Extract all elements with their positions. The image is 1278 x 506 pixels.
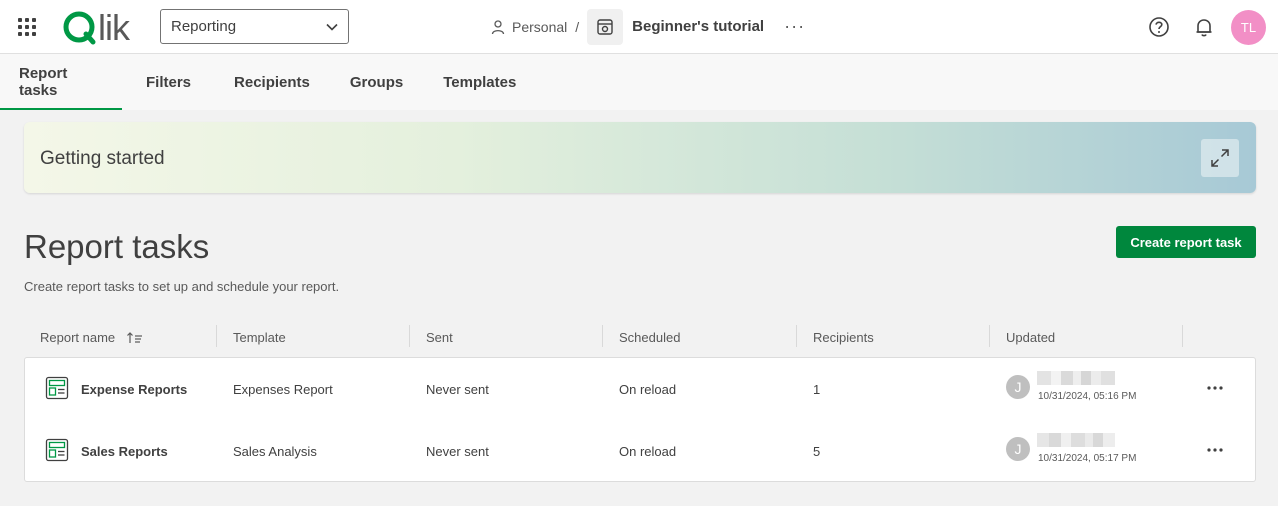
user-avatar[interactable]: TL <box>1231 10 1266 45</box>
tab-bar: Report tasks Filters Recipients Groups T… <box>0 54 1278 110</box>
report-template: Expenses Report <box>233 381 333 397</box>
owner-name-redacted <box>1037 433 1115 447</box>
table-header: Report name Template Sent Scheduled Reci… <box>24 318 1256 357</box>
report-scheduled: On reload <box>619 381 677 397</box>
updated-timestamp: 10/31/2024, 05:16 PM <box>1038 391 1137 402</box>
owner-name-redacted <box>1037 371 1115 385</box>
row-more-button[interactable] <box>1205 378 1225 398</box>
report-recipients: 5 <box>813 443 821 459</box>
tab-label: Filters <box>146 73 192 91</box>
table-row[interactable]: Expense Reports Expenses Report Never se… <box>25 358 1255 420</box>
svg-text:lik: lik <box>98 9 131 45</box>
row-more-button[interactable] <box>1205 440 1225 460</box>
column-label: Report name <box>40 330 116 345</box>
tab-label: Recipients <box>234 73 310 91</box>
create-report-task-button[interactable]: Create report task <box>1116 226 1256 258</box>
tab-report-tasks[interactable]: Report tasks <box>0 54 122 110</box>
help-icon[interactable] <box>1148 16 1170 38</box>
expand-button[interactable] <box>1201 139 1239 177</box>
column-divider <box>409 325 410 347</box>
column-header-updated[interactable]: Updated <box>1006 318 1055 357</box>
column-divider <box>1182 325 1183 347</box>
tab-filters[interactable]: Filters <box>122 54 191 110</box>
updated-timestamp: 10/31/2024, 05:17 PM <box>1038 453 1137 464</box>
report-name[interactable]: Expense Reports <box>81 358 187 420</box>
person-icon <box>490 19 506 35</box>
space-select-value: Reporting <box>171 18 237 35</box>
page-description: Create report tasks to set up and schedu… <box>24 279 340 294</box>
column-divider <box>796 325 797 347</box>
column-divider <box>602 325 603 347</box>
app-icon[interactable] <box>587 8 624 45</box>
column-divider <box>989 325 990 347</box>
report-sent: Never sent <box>426 381 489 397</box>
report-icon <box>45 438 69 462</box>
report-icon <box>45 376 69 400</box>
column-header-template[interactable]: Template <box>233 318 286 357</box>
breadcrumb-space[interactable]: Personal <box>512 19 567 35</box>
more-horizontal-icon <box>1207 386 1223 390</box>
breadcrumb-separator: / <box>575 18 580 35</box>
chevron-down-icon <box>326 18 338 35</box>
report-scheduled: On reload <box>619 443 677 459</box>
bell-icon[interactable] <box>1193 16 1215 38</box>
qlik-logo[interactable]: lik <box>62 8 142 46</box>
owner-avatar: J <box>1006 375 1030 399</box>
tab-label: Templates <box>443 73 517 91</box>
report-name[interactable]: Sales Reports <box>81 420 168 482</box>
sort-icon[interactable] <box>127 331 143 344</box>
breadcrumb: Personal / Beginner's tutorial ··· <box>490 8 805 45</box>
owner-avatar: J <box>1006 437 1030 461</box>
tab-label: Groups <box>349 73 404 91</box>
column-header-report-name[interactable]: Report name <box>40 318 143 357</box>
space-select[interactable]: Reporting <box>160 9 349 44</box>
app-more-button[interactable]: ··· <box>784 16 805 37</box>
top-bar: lik Reporting Personal / Beginner's tuto… <box>0 0 1278 54</box>
tab-groups[interactable]: Groups <box>310 54 403 110</box>
report-tasks-table: Expense Reports Expenses Report Never se… <box>24 357 1256 482</box>
column-divider <box>216 325 217 347</box>
column-header-scheduled[interactable]: Scheduled <box>619 318 680 357</box>
expand-icon <box>1211 149 1229 167</box>
report-template: Sales Analysis <box>233 443 317 459</box>
banner-title: Getting started <box>40 148 165 169</box>
more-horizontal-icon <box>1207 448 1223 452</box>
tab-templates[interactable]: Templates <box>403 54 516 110</box>
tab-recipients[interactable]: Recipients <box>191 54 310 110</box>
column-header-recipients[interactable]: Recipients <box>813 318 874 357</box>
table-row[interactable]: Sales Reports Sales Analysis Never sent … <box>25 420 1255 482</box>
app-grid-icon[interactable] <box>18 18 36 36</box>
getting-started-banner: Getting started <box>24 122 1256 193</box>
report-sent: Never sent <box>426 443 489 459</box>
page-title: Report tasks <box>24 228 210 265</box>
report-recipients: 1 <box>813 381 821 397</box>
app-title[interactable]: Beginner's tutorial <box>632 18 764 35</box>
column-header-sent[interactable]: Sent <box>426 318 453 357</box>
tab-label: Report tasks <box>19 65 68 99</box>
